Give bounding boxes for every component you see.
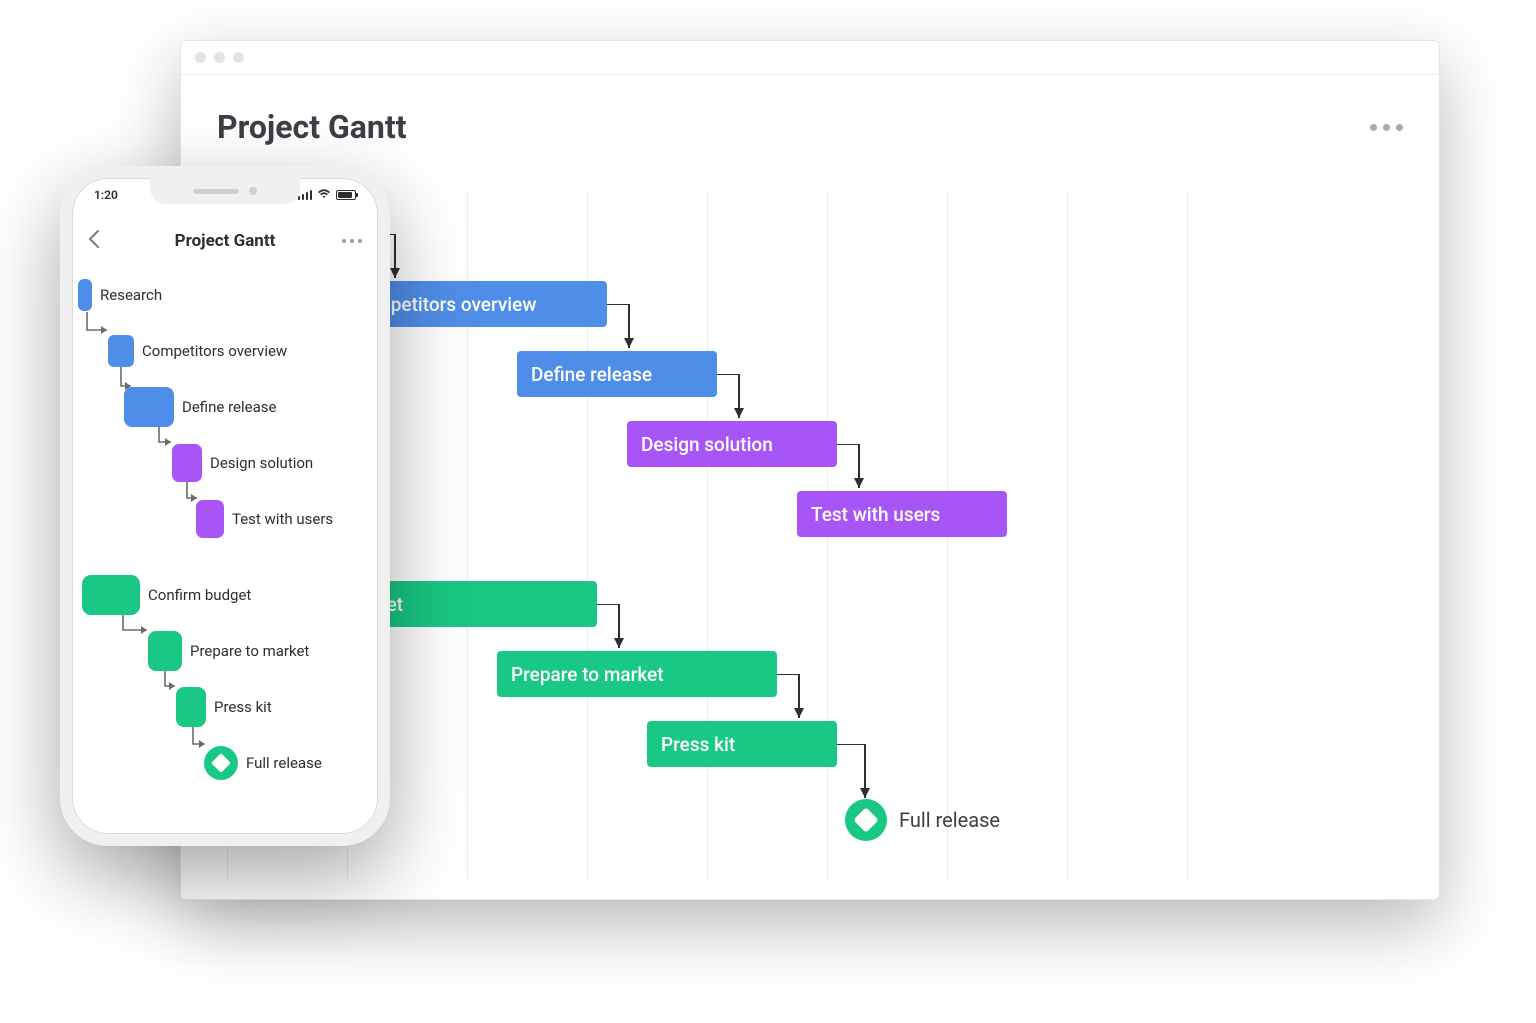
gantt-bar-confirm-budget[interactable]: Confirm budget bbox=[82, 574, 251, 616]
more-menu-button[interactable] bbox=[1370, 124, 1403, 131]
gantt-bar-press-kit[interactable]: Press kit bbox=[647, 721, 837, 767]
milestone-icon bbox=[204, 746, 238, 780]
gantt-bar-label: Press kit bbox=[661, 733, 735, 756]
gantt-bar-label: Design solution bbox=[210, 454, 313, 472]
milestone-label: Full release bbox=[246, 754, 322, 772]
signal-icon bbox=[298, 190, 313, 200]
phone-page-title: Project Gantt bbox=[175, 231, 276, 251]
gantt-bar-competitors[interactable]: Competitors overview bbox=[108, 330, 287, 372]
gantt-bar-label: Test with users bbox=[811, 503, 940, 526]
gantt-bar-design[interactable]: Design solution bbox=[627, 421, 837, 467]
gantt-bar-define-release[interactable]: Define release bbox=[124, 386, 276, 428]
gantt-bar-label: Prepare to market bbox=[190, 642, 309, 660]
phone-statusbar: 1:20 bbox=[94, 188, 356, 202]
back-button[interactable] bbox=[88, 229, 100, 253]
gantt-milestone-full-release[interactable]: Full release bbox=[845, 799, 1000, 841]
gantt-bar-test-users[interactable]: Test with users bbox=[196, 498, 333, 540]
gantt-bar-label: Define release bbox=[182, 398, 276, 416]
gantt-bar-label: Prepare to market bbox=[511, 663, 664, 686]
gantt-bar-press-kit[interactable]: Press kit bbox=[176, 686, 272, 728]
milestone-icon bbox=[845, 799, 887, 841]
gantt-bar-label: Competitors overview bbox=[142, 342, 287, 360]
traffic-light-min-icon[interactable] bbox=[214, 52, 225, 63]
traffic-light-max-icon[interactable] bbox=[233, 52, 244, 63]
gantt-bar-label: Press kit bbox=[214, 698, 272, 716]
phone-more-button[interactable] bbox=[342, 239, 362, 243]
gantt-bar-test-users[interactable]: Test with users bbox=[797, 491, 1007, 537]
gantt-bar-label: Confirm budget bbox=[148, 586, 251, 604]
gantt-bar-prepare-market[interactable]: Prepare to market bbox=[497, 651, 777, 697]
page-title: Project Gantt bbox=[217, 108, 407, 146]
phone-gantt-chart[interactable]: Research Competitors overview Define rel… bbox=[76, 274, 374, 818]
gantt-bar-research[interactable]: Research bbox=[78, 274, 162, 316]
milestone-label: Full release bbox=[899, 808, 1000, 832]
traffic-light-close-icon[interactable] bbox=[195, 52, 206, 63]
phone-mockup: 1:20 Project Gantt bbox=[60, 166, 390, 846]
gantt-bar-label: Test with users bbox=[232, 510, 333, 528]
gantt-bar-label: Design solution bbox=[641, 433, 773, 456]
gantt-bar-label: Define release bbox=[531, 363, 652, 386]
gantt-bar-label: Research bbox=[100, 286, 162, 304]
battery-icon bbox=[336, 190, 356, 200]
gantt-milestone-full-release[interactable]: Full release bbox=[204, 742, 322, 784]
gantt-bar-design[interactable]: Design solution bbox=[172, 442, 313, 484]
wifi-icon bbox=[317, 189, 331, 201]
phone-app-header: Project Gantt bbox=[72, 220, 378, 262]
phone-time: 1:20 bbox=[94, 188, 118, 202]
gantt-bar-prepare-market[interactable]: Prepare to market bbox=[148, 630, 309, 672]
gantt-bar-define-release[interactable]: Define release bbox=[517, 351, 717, 397]
window-titlebar bbox=[181, 41, 1439, 75]
gantt-chart[interactable]: Research Competitors overview Define rel… bbox=[217, 191, 1403, 879]
